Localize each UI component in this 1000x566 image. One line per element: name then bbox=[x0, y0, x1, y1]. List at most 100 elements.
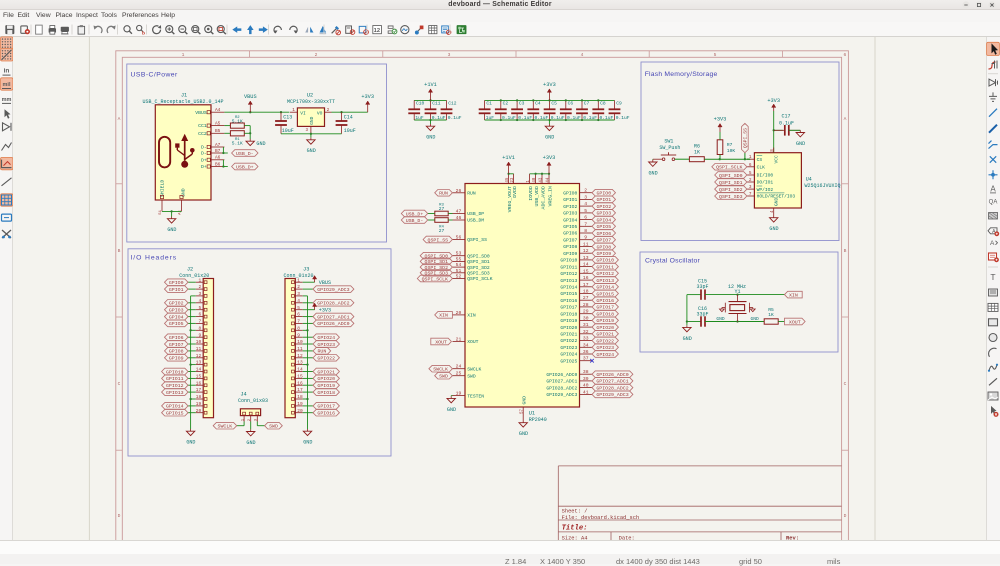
svg-text:A: A bbox=[844, 116, 847, 122]
svg-text:SW_Push: SW_Push bbox=[659, 145, 680, 151]
svg-text:C11: C11 bbox=[432, 101, 441, 107]
svg-text:GND: GND bbox=[256, 141, 265, 147]
svg-text:29: 29 bbox=[583, 309, 589, 315]
svg-text:USB_D-: USB_D- bbox=[406, 218, 424, 224]
svg-text:C14: C14 bbox=[344, 114, 353, 120]
svg-text:5: 5 bbox=[749, 171, 752, 176]
svg-text:24: 24 bbox=[456, 364, 462, 370]
svg-text:11: 11 bbox=[297, 346, 303, 352]
svg-text:6: 6 bbox=[844, 52, 847, 58]
svg-text:QSPI_SD1: QSPI_SD1 bbox=[425, 259, 449, 265]
svg-text:2: 2 bbox=[297, 284, 300, 290]
svg-text:+3V3: +3V3 bbox=[543, 82, 556, 88]
svg-text:QSPI_SD3: QSPI_SD3 bbox=[719, 194, 743, 200]
svg-text:QSPI_SD0: QSPI_SD0 bbox=[719, 173, 743, 179]
svg-text:QSPI_SS: QSPI_SS bbox=[467, 237, 487, 243]
svg-text:12: 12 bbox=[196, 353, 202, 359]
svg-text:GND: GND bbox=[307, 148, 316, 154]
svg-text:GPIO26_ADC0: GPIO26_ADC0 bbox=[317, 321, 349, 327]
svg-text:18: 18 bbox=[583, 289, 589, 295]
svg-text:GPIO15: GPIO15 bbox=[596, 291, 614, 297]
svg-text:GPIO3: GPIO3 bbox=[169, 308, 184, 314]
svg-text:0.1uF: 0.1uF bbox=[432, 115, 446, 121]
svg-text:GPIO12: GPIO12 bbox=[560, 271, 577, 277]
svg-text:GND: GND bbox=[519, 431, 528, 437]
svg-text:USB-C/Power: USB-C/Power bbox=[131, 71, 179, 78]
svg-text:7: 7 bbox=[749, 192, 752, 197]
svg-text:32: 32 bbox=[583, 329, 589, 335]
svg-text:47: 47 bbox=[456, 209, 462, 215]
svg-text:GPIO16: GPIO16 bbox=[560, 298, 577, 304]
svg-text:48: 48 bbox=[533, 177, 537, 183]
svg-text:D: D bbox=[844, 513, 847, 519]
svg-text:GPIO6: GPIO6 bbox=[596, 231, 611, 237]
svg-text:5.1K: 5.1K bbox=[232, 141, 243, 147]
svg-text:0.1uF: 0.1uF bbox=[600, 115, 614, 121]
svg-text:GPIO12: GPIO12 bbox=[166, 383, 184, 389]
svg-text:6: 6 bbox=[297, 312, 300, 318]
svg-text:C10: C10 bbox=[416, 101, 425, 107]
svg-text:GPIO18: GPIO18 bbox=[560, 311, 577, 317]
svg-text:10: 10 bbox=[297, 339, 303, 345]
svg-text:T: T bbox=[990, 272, 995, 282]
svg-text:QSPI_SD3: QSPI_SD3 bbox=[467, 271, 490, 277]
svg-text:GPIO1: GPIO1 bbox=[563, 197, 577, 203]
svg-text:GPIO17: GPIO17 bbox=[560, 305, 577, 311]
svg-text:RUN: RUN bbox=[467, 191, 476, 197]
svg-text:USB_VDD: USB_VDD bbox=[534, 186, 540, 207]
svg-text:C8: C8 bbox=[600, 101, 606, 107]
svg-text:GPIO0: GPIO0 bbox=[563, 190, 577, 196]
svg-text:54: 54 bbox=[456, 262, 462, 268]
svg-text:SWD: SWD bbox=[269, 424, 278, 430]
svg-text:+3V3: +3V3 bbox=[361, 94, 374, 100]
svg-text:GPIO2: GPIO2 bbox=[563, 204, 577, 210]
svg-text:D-: D- bbox=[201, 145, 207, 151]
svg-text:GPIO23: GPIO23 bbox=[596, 345, 614, 351]
svg-text:+3V3: +3V3 bbox=[543, 155, 556, 161]
svg-text:GPIO4: GPIO4 bbox=[563, 217, 577, 223]
svg-text:GPIO21: GPIO21 bbox=[560, 332, 577, 338]
svg-text:GPIO15: GPIO15 bbox=[166, 411, 184, 417]
svg-text:3: 3 bbox=[584, 194, 587, 200]
svg-text:GPIO22: GPIO22 bbox=[317, 356, 335, 362]
svg-text:C17: C17 bbox=[782, 114, 791, 120]
svg-text:A4: A4 bbox=[215, 107, 221, 113]
svg-text:0.1uF: 0.1uF bbox=[535, 115, 549, 121]
svg-text:IOVDD: IOVDD bbox=[528, 186, 534, 201]
svg-text:56: 56 bbox=[456, 235, 462, 241]
svg-text:RUN: RUN bbox=[317, 349, 326, 355]
svg-text:0.1uF: 0.1uF bbox=[616, 115, 630, 121]
svg-text:WP/IO2: WP/IO2 bbox=[757, 187, 774, 193]
svg-text:21: 21 bbox=[456, 337, 462, 343]
svg-text:14: 14 bbox=[583, 262, 589, 268]
svg-text:0.1uF: 0.1uF bbox=[448, 115, 462, 121]
svg-text:51: 51 bbox=[456, 268, 462, 274]
svg-text:U2: U2 bbox=[307, 92, 313, 98]
svg-text:GPIO10: GPIO10 bbox=[166, 369, 184, 375]
svg-text:in: in bbox=[4, 68, 10, 75]
svg-text:GPIO1: GPIO1 bbox=[596, 197, 611, 203]
svg-text:B7: B7 bbox=[215, 148, 221, 154]
svg-text:D: D bbox=[118, 513, 121, 519]
svg-text:4: 4 bbox=[584, 201, 587, 207]
svg-text:2: 2 bbox=[198, 284, 201, 290]
svg-text:GPIO11: GPIO11 bbox=[596, 264, 614, 270]
svg-text:16: 16 bbox=[583, 275, 589, 281]
svg-text:GND: GND bbox=[769, 226, 778, 232]
svg-text:GPIO6: GPIO6 bbox=[563, 231, 577, 237]
svg-text:1: 1 bbox=[292, 107, 295, 113]
svg-text:1uF: 1uF bbox=[415, 115, 424, 121]
svg-text:GND: GND bbox=[545, 135, 554, 141]
svg-text:2: 2 bbox=[327, 107, 330, 113]
svg-text:44: 44 bbox=[546, 177, 550, 183]
svg-text:GPIO19: GPIO19 bbox=[317, 383, 335, 389]
svg-text:QSPI_SD0: QSPI_SD0 bbox=[467, 253, 490, 259]
svg-text:1: 1 bbox=[198, 277, 201, 283]
svg-text:QSPI_SD1: QSPI_SD1 bbox=[467, 259, 490, 265]
svg-text:C1: C1 bbox=[486, 101, 492, 107]
svg-text:C: C bbox=[118, 381, 121, 387]
svg-text:SWD: SWD bbox=[439, 374, 448, 380]
svg-text:GPIO9: GPIO9 bbox=[563, 251, 577, 257]
svg-text:TESTEN: TESTEN bbox=[467, 393, 484, 399]
svg-text:GPIO2: GPIO2 bbox=[169, 301, 184, 307]
